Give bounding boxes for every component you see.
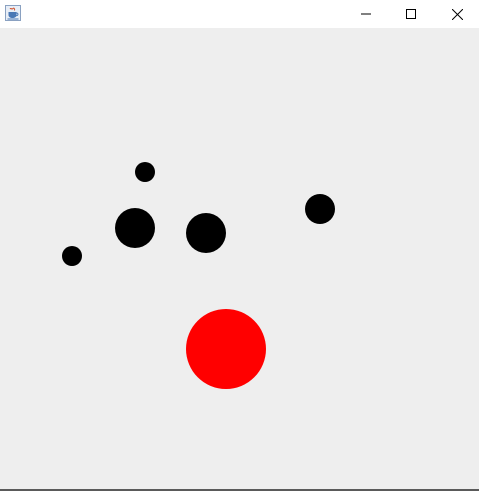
black-ball-large-2 <box>186 213 226 253</box>
minimize-icon <box>361 13 371 15</box>
black-ball-large-1 <box>115 208 155 248</box>
close-button[interactable] <box>434 0 479 28</box>
app-window <box>0 0 479 491</box>
close-icon <box>451 8 463 20</box>
java-cup-icon <box>5 5 21 21</box>
black-ball-medium-1 <box>305 194 335 224</box>
drawing-canvas[interactable] <box>0 28 479 489</box>
black-ball-small-1 <box>135 162 155 182</box>
minimize-button[interactable] <box>343 0 389 28</box>
red-ball <box>186 309 266 389</box>
black-ball-small-2 <box>62 246 82 266</box>
maximize-button[interactable] <box>388 0 434 28</box>
maximize-icon <box>406 9 416 19</box>
title-bar[interactable] <box>0 0 479 28</box>
